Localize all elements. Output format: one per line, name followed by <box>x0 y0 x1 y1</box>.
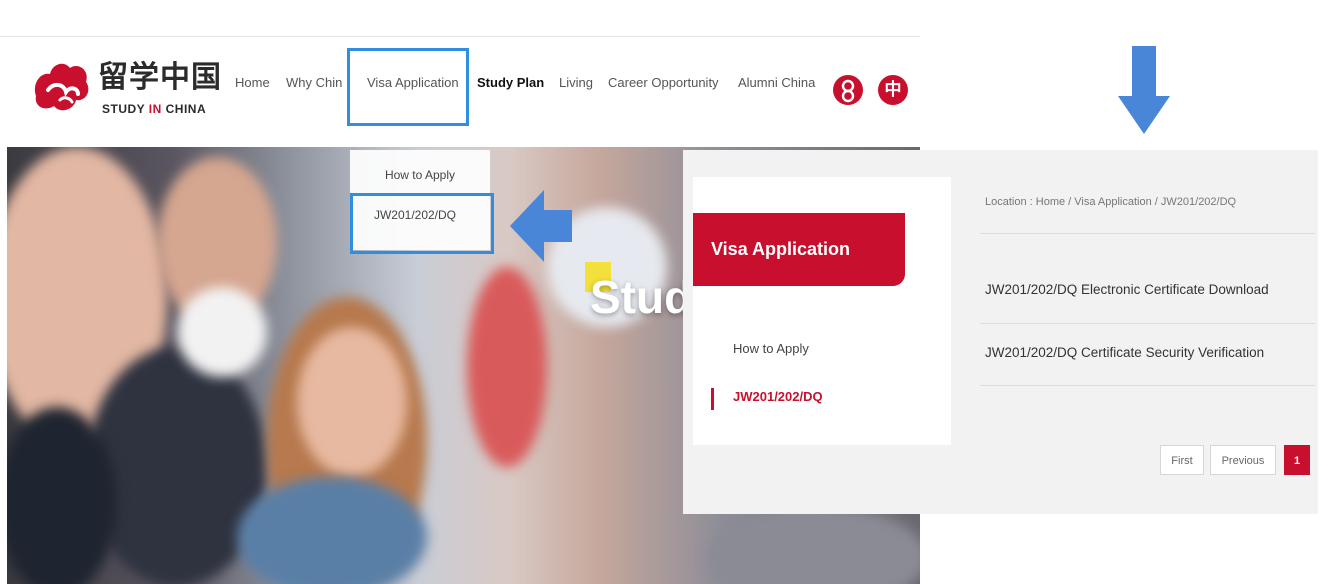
divider <box>980 385 1315 386</box>
pagination-previous[interactable]: Previous <box>1210 445 1276 475</box>
user-icon <box>841 79 855 103</box>
divider <box>980 323 1315 324</box>
divider <box>980 233 1315 234</box>
nav-alumni-china[interactable]: Alumni China <box>738 75 815 90</box>
nav-why-china[interactable]: Why Chin <box>286 75 342 90</box>
pagination-first[interactable]: First <box>1160 445 1204 475</box>
logo-chinese-text: 留学中国 <box>98 60 222 95</box>
nav-living[interactable]: Living <box>559 75 593 90</box>
link-certificate-security-verification[interactable]: JW201/202/DQ Certificate Security Verifi… <box>985 345 1264 360</box>
link-electronic-certificate-download[interactable]: JW201/202/DQ Electronic Certificate Down… <box>985 282 1269 297</box>
dropdown-highlight-box <box>350 193 494 254</box>
hero-heading: Stud <box>590 271 693 323</box>
dropdown-item-how-to-apply[interactable]: How to Apply <box>350 168 490 182</box>
logo-english-text: STUDY IN CHINA <box>102 102 207 116</box>
language-icon: 中 <box>884 80 902 99</box>
breadcrumb: Location : Home / Visa Application / JW2… <box>985 196 1237 208</box>
sidebar-active-indicator <box>711 388 714 410</box>
site-logo[interactable]: 留学中国 STUDY IN CHINA <box>30 52 221 124</box>
nav-highlight-box <box>347 48 469 126</box>
sidebar-item-how-to-apply[interactable]: How to Apply <box>733 341 809 356</box>
language-button[interactable]: 中 <box>878 75 908 105</box>
logo-mark-icon <box>34 63 89 111</box>
sidebar-title: Visa Application <box>693 213 905 286</box>
nav-study-plan[interactable]: Study Plan <box>477 75 544 90</box>
header-divider <box>0 36 920 37</box>
arrow-down-icon <box>1118 46 1170 134</box>
sidebar-item-jw201[interactable]: JW201/202/DQ <box>733 389 823 404</box>
nav-home[interactable]: Home <box>235 75 270 90</box>
nav-career-opportunity[interactable]: Career Opportunity <box>608 75 719 90</box>
user-button[interactable] <box>833 75 863 105</box>
arrow-left-icon <box>510 190 572 262</box>
pagination-page-1[interactable]: 1 <box>1284 445 1310 475</box>
